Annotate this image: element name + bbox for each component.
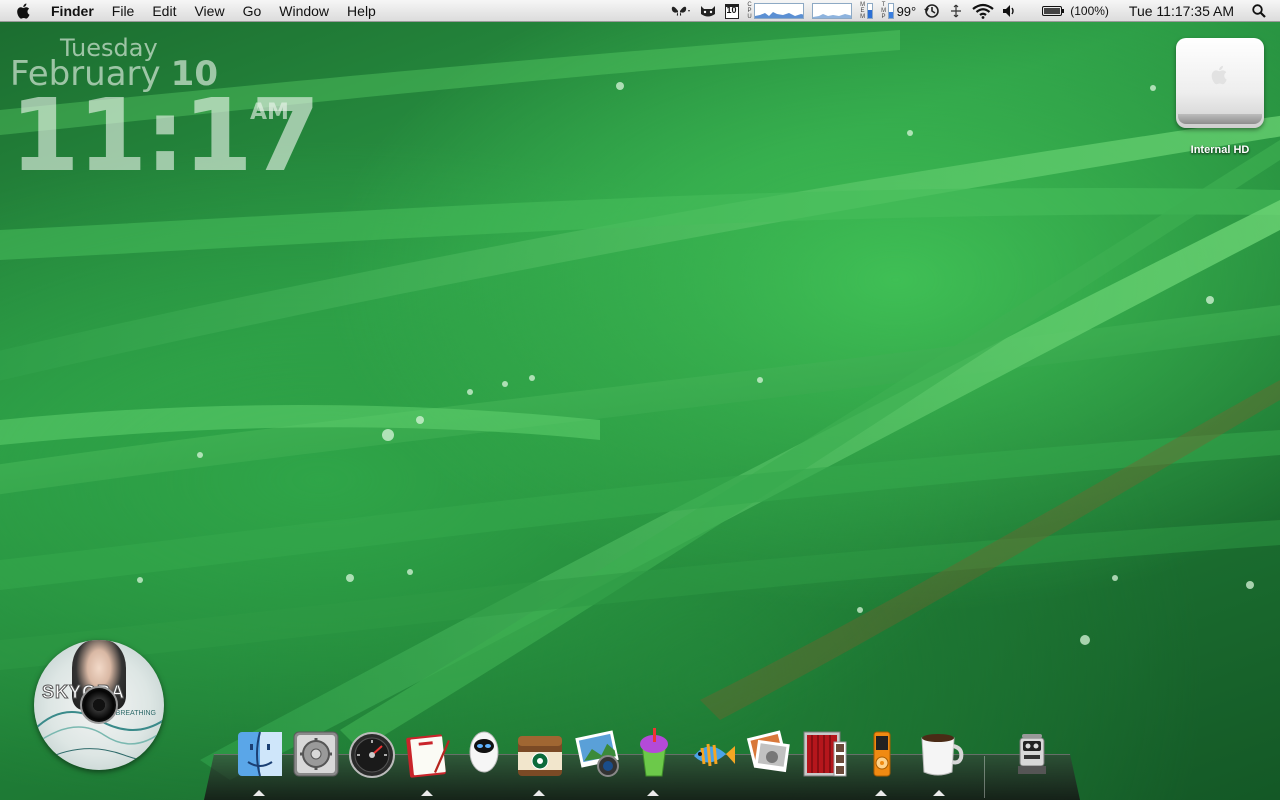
- menu-help[interactable]: Help: [338, 0, 385, 22]
- apple-logo-icon: [1211, 65, 1227, 85]
- time-machine-icon[interactable]: [920, 0, 944, 22]
- calendar-icon[interactable]: 10: [721, 0, 743, 22]
- fish-icon: [694, 743, 735, 767]
- notebook-icon: [406, 734, 450, 778]
- iphoto-icon: [575, 730, 619, 777]
- memory-meter[interactable]: MEM: [856, 0, 877, 22]
- ipod-icon: [873, 731, 891, 777]
- menu-file[interactable]: File: [103, 0, 144, 22]
- cd-spindle-hole: [80, 686, 118, 724]
- running-indicator: [421, 790, 433, 796]
- running-indicator: [253, 790, 265, 796]
- trash-robot-icon: [1018, 734, 1046, 774]
- cpu-graph[interactable]: CPU: [743, 0, 808, 22]
- dock-item-slushie[interactable]: [626, 728, 682, 800]
- menu-edit[interactable]: Edit: [143, 0, 185, 22]
- menu-view[interactable]: View: [185, 0, 233, 22]
- dock-item-iphoto[interactable]: [570, 728, 626, 800]
- itunes-dashboard-icon: [349, 732, 395, 778]
- volume-icon[interactable]: [998, 0, 1028, 22]
- dock-item-photo-stack[interactable]: [740, 728, 796, 800]
- bluetooth-icon[interactable]: [944, 0, 968, 22]
- butterfly-icon[interactable]: [667, 0, 695, 22]
- mem-label: MEM: [860, 2, 866, 20]
- menu-bar: Finder File Edit View Go Window Help 10 …: [0, 0, 1280, 22]
- slushie-icon: [640, 728, 668, 777]
- cat-icon[interactable]: [695, 0, 721, 22]
- running-indicator: [933, 790, 945, 796]
- dock-item-coffee[interactable]: [912, 728, 968, 800]
- dock-item-trash[interactable]: [1004, 728, 1060, 800]
- clock-ampm: AM: [250, 100, 289, 125]
- coffee-cup-icon: [921, 734, 964, 776]
- dock-item-photo-booth[interactable]: [796, 728, 852, 800]
- dock-item-fish[interactable]: [684, 728, 740, 800]
- calendar-day: 10: [724, 3, 739, 19]
- drive-label[interactable]: Internal HD: [1168, 144, 1272, 156]
- wifi-icon[interactable]: [968, 0, 998, 22]
- running-indicator: [533, 790, 545, 796]
- battery-icon[interactable]: (100%): [1028, 0, 1113, 22]
- dock-item-notebook[interactable]: [400, 728, 456, 800]
- hard-drive-icon[interactable]: [1176, 38, 1264, 128]
- menu-window[interactable]: Window: [270, 0, 338, 22]
- temperature-meter[interactable]: TMP 99°: [877, 0, 921, 22]
- system-preferences-icon: [293, 731, 339, 777]
- dock-item-dashboard[interactable]: [344, 728, 400, 800]
- app-menu-finder[interactable]: Finder: [42, 0, 103, 22]
- menu-go[interactable]: Go: [234, 0, 271, 22]
- dock-item-ipod[interactable]: [854, 728, 910, 800]
- temp-label: TMP: [881, 2, 887, 20]
- photo-booth-icon: [803, 731, 847, 777]
- apple-icon[interactable]: [16, 2, 32, 20]
- spotlight-icon[interactable]: [1248, 0, 1280, 22]
- running-indicator: [647, 790, 659, 796]
- dock: [230, 724, 1060, 800]
- eve-robot-icon: [469, 731, 499, 773]
- cd-player-widget[interactable]: SKYORA OF BREATHING: [34, 640, 164, 770]
- temperature-value: 99°: [896, 3, 917, 19]
- internal-hd-drive[interactable]: Internal HD: [1168, 38, 1272, 156]
- dock-item-finder[interactable]: [232, 728, 288, 800]
- finder-icon: [238, 731, 282, 777]
- dock-item-starbucks[interactable]: [512, 728, 568, 800]
- starbucks-app-icon: [518, 736, 562, 776]
- photo-stack-icon: [746, 730, 790, 773]
- network-graph[interactable]: [808, 0, 856, 22]
- dock-item-system-preferences[interactable]: [288, 728, 344, 800]
- dock-item-eve[interactable]: [456, 728, 512, 800]
- menubar-clock[interactable]: Tue 11:17:35 AM: [1113, 0, 1248, 22]
- cpu-label: CPU: [747, 2, 752, 20]
- running-indicator: [875, 790, 887, 796]
- battery-percent: (100%): [1070, 4, 1109, 18]
